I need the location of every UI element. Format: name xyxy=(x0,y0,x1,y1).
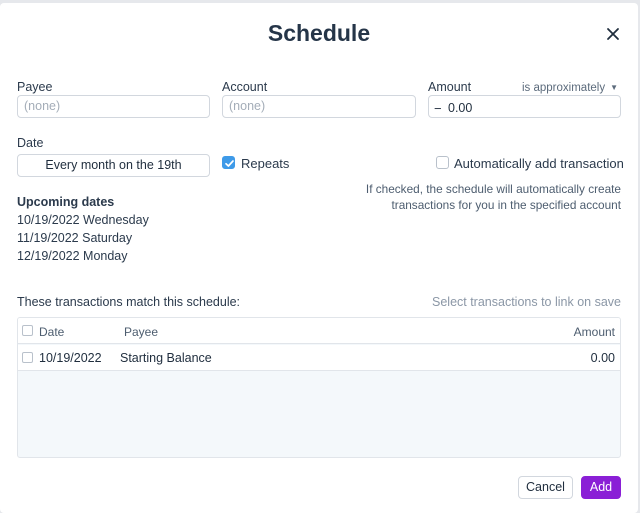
caret-down-icon: ▼ xyxy=(610,83,619,92)
cancel-button[interactable]: Cancel xyxy=(518,476,573,499)
account-input[interactable]: (none) xyxy=(222,95,416,118)
repeats-checkbox[interactable] xyxy=(222,156,235,169)
check-icon xyxy=(225,160,234,167)
recurrence-button[interactable]: Every month on the 19th xyxy=(17,154,210,177)
auto-add-help: If checked, the schedule will automatica… xyxy=(365,182,621,212)
matches-hint: Select transactions to link on save xyxy=(432,295,621,309)
auto-add-checkbox[interactable] xyxy=(436,156,449,169)
amount-mode-label: is approximately xyxy=(522,82,606,94)
auto-add-label: Automatically add transaction xyxy=(454,156,624,171)
account-label: Account xyxy=(222,80,268,94)
select-all-checkbox[interactable] xyxy=(22,325,33,336)
amount-sign-toggle[interactable]: − xyxy=(434,101,442,116)
close-icon[interactable] xyxy=(604,25,622,43)
upcoming-dates-title: Upcoming dates xyxy=(17,195,115,209)
row-date: 10/19/2022 xyxy=(39,351,102,365)
upcoming-date: 12/19/2022 Monday xyxy=(17,249,128,263)
payee-label: Payee xyxy=(17,80,53,94)
upcoming-date: 10/19/2022 Wednesday xyxy=(17,213,149,227)
modal-title: Schedule xyxy=(267,20,371,46)
column-amount[interactable]: Amount xyxy=(574,325,615,339)
date-label: Date xyxy=(17,136,44,150)
amount-label: Amount xyxy=(428,80,472,94)
column-payee[interactable]: Payee xyxy=(124,325,158,339)
amount-value: 0.00 xyxy=(448,101,473,115)
schedule-modal: Schedule Payee (none) Account (none) Amo… xyxy=(0,3,638,513)
row-checkbox[interactable] xyxy=(22,352,33,363)
table-header: Date Payee Amount xyxy=(18,318,620,344)
payee-input[interactable]: (none) xyxy=(17,95,210,118)
row-amount: 0.00 xyxy=(590,351,615,365)
row-payee: Starting Balance xyxy=(120,351,212,365)
add-button[interactable]: Add xyxy=(581,476,621,499)
column-date[interactable]: Date xyxy=(39,325,64,339)
amount-mode-dropdown[interactable]: is approximately ▼ xyxy=(522,82,618,94)
upcoming-date: 11/19/2022 Saturday xyxy=(17,231,133,245)
repeats-label: Repeats xyxy=(241,156,290,171)
table-row[interactable]: 10/19/2022 Starting Balance 0.00 xyxy=(18,345,620,371)
matches-title: These transactions match this schedule: xyxy=(17,295,241,309)
transactions-table: Date Payee Amount 10/19/2022 Starting Ba… xyxy=(17,317,621,458)
